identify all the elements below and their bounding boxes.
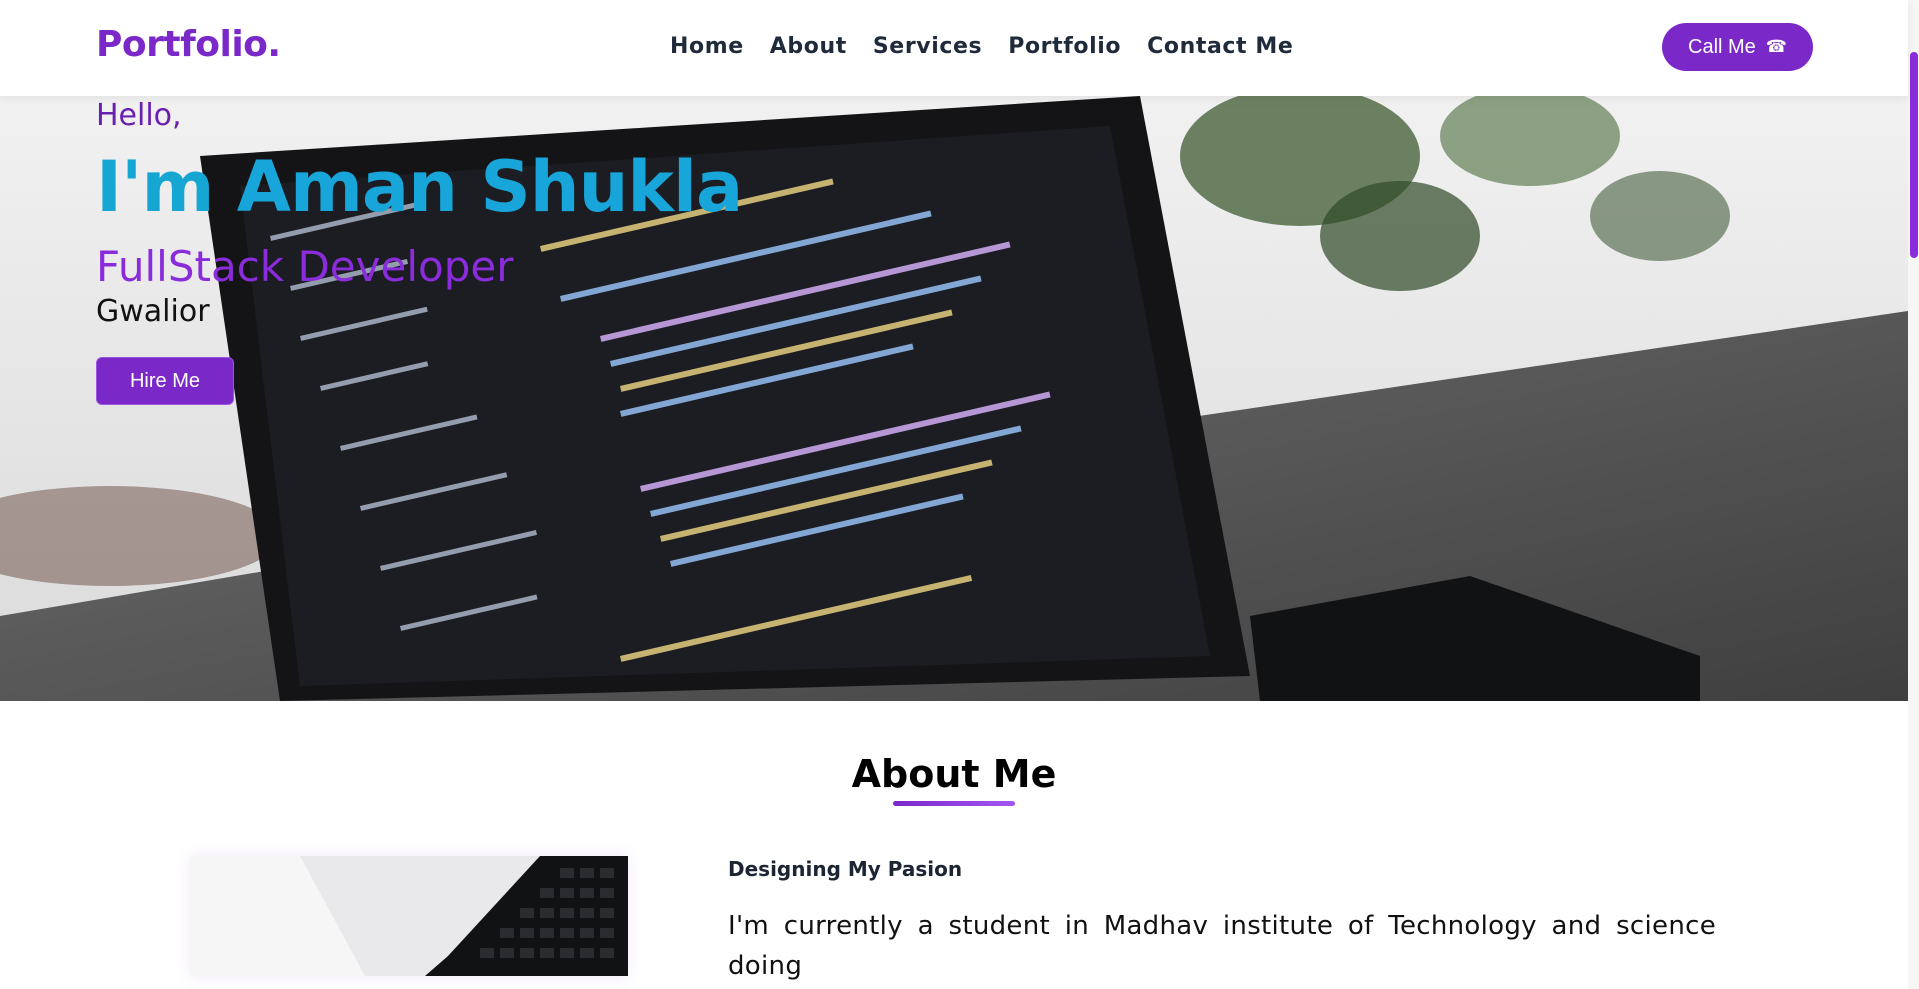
call-me-button[interactable]: Call Me ☎ (1662, 23, 1813, 71)
hire-me-button[interactable]: Hire Me (96, 357, 234, 405)
nav-link-portfolio[interactable]: Portfolio (1008, 34, 1121, 59)
about-image (190, 856, 628, 976)
city: Gwalior (96, 294, 210, 329)
about-title: About Me (851, 752, 1057, 796)
scrollbar-thumb[interactable] (1910, 52, 1918, 258)
nav-link-contact[interactable]: Contact Me (1147, 34, 1293, 59)
about-subtitle: Designing My Pasion (728, 857, 963, 881)
call-me-label: Call Me (1688, 35, 1756, 58)
nav-link-home[interactable]: Home (670, 34, 744, 59)
site-logo[interactable]: Portfolio. (96, 24, 281, 65)
keyboard-image (190, 856, 628, 976)
nav-links: Home About Services Portfolio Contact Me (670, 34, 1319, 59)
name-prefix: I'm (96, 146, 214, 228)
navbar: Portfolio. Home About Services Portfolio… (0, 0, 1908, 96)
role-title: FullStack Developer (96, 242, 514, 291)
nav-link-about[interactable]: About (770, 34, 847, 59)
about-underline (893, 801, 1015, 806)
nav-link-services[interactable]: Services (873, 34, 982, 59)
hero-name: I'm Aman Shukla (96, 146, 743, 228)
name-text: Aman Shukla (236, 146, 743, 228)
about-text: I'm currently a student in Madhav instit… (728, 911, 1716, 981)
phone-icon: ☎ (1765, 37, 1787, 56)
hero-section: Hello, I'm Aman Shukla FullStack Develop… (0, 96, 1908, 701)
greeting: Hello, (96, 98, 182, 133)
